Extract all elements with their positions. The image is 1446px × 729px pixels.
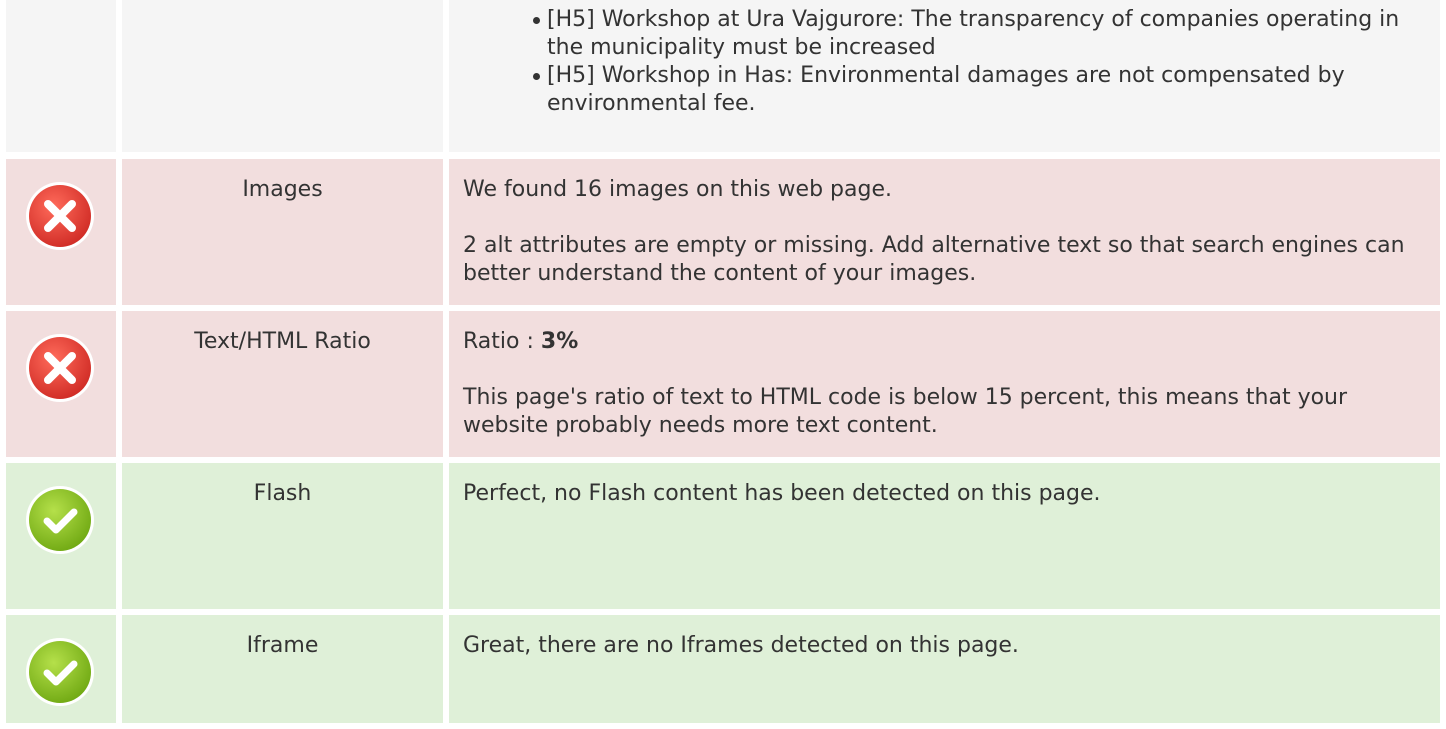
check-circle-icon <box>23 635 97 709</box>
iframe-result-text: Great, there are no Iframes detected on … <box>463 633 1019 658</box>
label-cell: Iframe <box>122 615 443 723</box>
label-cell: Flash <box>122 463 443 609</box>
ratio-value-line: Ratio : 3% <box>463 329 579 354</box>
headings-row: [H5] Workshop at Ura Vajgurore: The tran… <box>0 0 1446 152</box>
label-cell <box>122 0 443 152</box>
headings-list: [H5] Workshop at Ura Vajgurore: The tran… <box>463 6 1426 118</box>
row-label: Flash <box>253 481 312 506</box>
row-label: Text/HTML Ratio <box>194 329 371 354</box>
flash-result-text: Perfect, no Flash content has been detec… <box>463 481 1101 506</box>
iframe-row: Iframe Great, there are no Iframes detec… <box>0 615 1446 723</box>
row-label: Iframe <box>246 633 319 658</box>
error-x-circle-icon <box>23 331 97 405</box>
flash-row: Flash Perfect, no Flash content has been… <box>0 463 1446 609</box>
status-cell <box>6 0 116 152</box>
status-cell <box>6 159 116 305</box>
content-cell: We found 16 images on this web page. 2 a… <box>449 159 1440 305</box>
images-count-text: We found 16 images on this web page. <box>463 177 892 202</box>
images-row: Images We found 16 images on this web pa… <box>0 159 1446 305</box>
ratio-row: Text/HTML Ratio Ratio : 3% This page's r… <box>0 311 1446 457</box>
list-item: [H5] Workshop in Has: Environmental dama… <box>533 62 1426 118</box>
error-x-circle-icon <box>23 179 97 253</box>
status-cell <box>6 463 116 609</box>
content-cell: Perfect, no Flash content has been detec… <box>449 463 1440 609</box>
list-item: [H5] Workshop at Ura Vajgurore: The tran… <box>533 6 1426 62</box>
ratio-advice-text: This page's ratio of text to HTML code i… <box>463 385 1348 438</box>
label-cell: Images <box>122 159 443 305</box>
ratio-value: 3% <box>540 329 579 354</box>
status-cell <box>6 615 116 723</box>
images-alt-text: 2 alt attributes are empty or missing. A… <box>463 233 1405 286</box>
check-circle-icon <box>23 483 97 557</box>
status-cell <box>6 311 116 457</box>
row-label: Images <box>242 177 323 202</box>
label-cell: Text/HTML Ratio <box>122 311 443 457</box>
content-cell: Ratio : 3% This page's ratio of text to … <box>449 311 1440 457</box>
content-cell: Great, there are no Iframes detected on … <box>449 615 1440 723</box>
content-cell: [H5] Workshop at Ura Vajgurore: The tran… <box>449 0 1440 152</box>
